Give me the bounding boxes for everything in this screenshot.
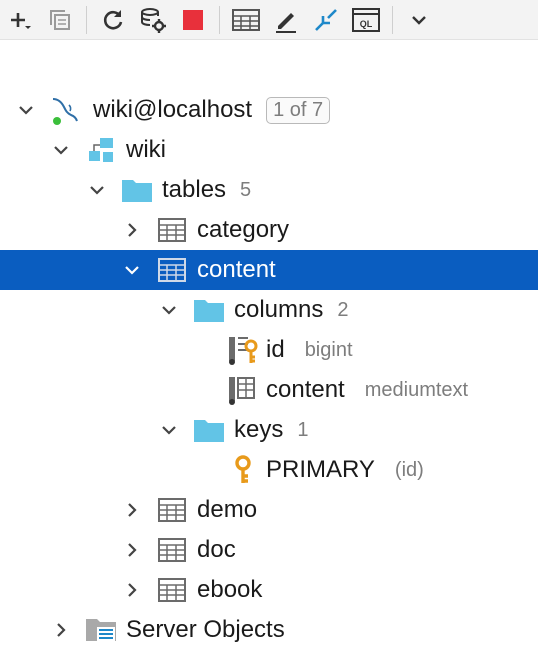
table-label: category	[197, 216, 290, 243]
tree-node-table-ebook[interactable]: ebook	[0, 570, 538, 610]
table-label: content	[197, 256, 276, 283]
columns-count: 2	[337, 298, 349, 321]
tree-node-key-primary[interactable]: PRIMARY (id)	[0, 450, 538, 490]
toolbar-separator	[219, 5, 220, 34]
refresh-icon[interactable]	[98, 5, 128, 35]
tree-node-tables-folder[interactable]: tables 5	[0, 170, 538, 210]
table-icon	[155, 490, 189, 530]
duplicate-icon[interactable]	[45, 5, 75, 35]
tree-node-table-doc[interactable]: doc	[0, 530, 538, 570]
toolbar-separator	[86, 5, 87, 34]
chevron-right-icon[interactable]	[121, 570, 143, 610]
table-icon	[155, 570, 189, 610]
key-columns: (id)	[394, 458, 424, 481]
chevron-right-icon[interactable]	[121, 210, 143, 250]
table-icon	[155, 210, 189, 250]
column-name: content	[266, 376, 345, 403]
schema-label: wiki	[126, 136, 166, 163]
key-name: PRIMARY	[266, 456, 375, 483]
chevron-right-icon[interactable]	[121, 530, 143, 570]
add-icon[interactable]	[5, 5, 35, 35]
tree-node-table-content[interactable]: content	[0, 250, 538, 290]
schema-icon	[84, 130, 118, 170]
toolbar: QL	[0, 0, 538, 40]
column-icon	[226, 370, 260, 410]
column-type: mediumtext	[364, 378, 469, 401]
chevron-right-icon[interactable]	[50, 610, 72, 650]
toolbar-separator	[392, 5, 393, 34]
keys-count: 1	[297, 418, 309, 441]
jump-to-source-icon[interactable]	[311, 5, 341, 35]
folder-icon	[192, 290, 226, 330]
chevron-down-icon[interactable]	[50, 130, 72, 170]
primary-key-column-icon	[226, 330, 260, 370]
table-label: doc	[197, 536, 236, 563]
more-icon[interactable]	[404, 5, 434, 35]
folder-icon	[120, 170, 154, 210]
server-objects-label: Server Objects	[126, 616, 285, 643]
tree-node-server-objects[interactable]: Server Objects	[0, 610, 538, 650]
server-objects-folder-icon	[84, 610, 118, 650]
tree-node-columns-folder[interactable]: columns 2	[0, 290, 538, 330]
stop-icon[interactable]	[178, 5, 208, 35]
tree-node-datasource[interactable]: wiki@localhost 1 of 7	[0, 90, 538, 130]
table-view-icon[interactable]	[231, 5, 261, 35]
chevron-down-icon[interactable]	[158, 290, 180, 330]
table-icon	[155, 530, 189, 570]
chevron-down-icon[interactable]	[15, 90, 37, 130]
database-settings-icon[interactable]	[138, 5, 168, 35]
table-label: demo	[197, 496, 258, 523]
tables-folder-label: tables	[162, 176, 227, 203]
keys-folder-label: keys	[234, 416, 284, 443]
query-console-icon[interactable]: QL	[351, 5, 381, 35]
table-label: ebook	[197, 576, 263, 603]
table-icon	[155, 250, 189, 290]
datasource-count-badge[interactable]: 1 of 7	[266, 96, 331, 124]
edit-icon[interactable]	[271, 5, 301, 35]
tree-node-column-content[interactable]: content mediumtext	[0, 370, 538, 410]
tree-node-table-category[interactable]: category	[0, 210, 538, 250]
tables-count: 5	[240, 178, 252, 201]
chevron-down-icon[interactable]	[121, 250, 143, 290]
tree-node-schema[interactable]: wiki	[0, 130, 538, 170]
folder-icon	[192, 410, 226, 450]
key-icon	[226, 450, 260, 490]
datasource-label: wiki@localhost	[93, 96, 253, 123]
svg-text:QL: QL	[360, 19, 373, 29]
columns-folder-label: columns	[234, 296, 324, 323]
column-name: id	[266, 336, 285, 363]
column-type: bigint	[304, 338, 353, 361]
chevron-down-icon[interactable]	[158, 410, 180, 450]
chevron-down-icon[interactable]	[86, 170, 108, 210]
tree-node-column-id[interactable]: id bigint	[0, 330, 538, 370]
mysql-icon	[49, 90, 83, 130]
chevron-right-icon[interactable]	[121, 490, 143, 530]
tree-node-table-demo[interactable]: demo	[0, 490, 538, 530]
tree-node-keys-folder[interactable]: keys 1	[0, 410, 538, 450]
